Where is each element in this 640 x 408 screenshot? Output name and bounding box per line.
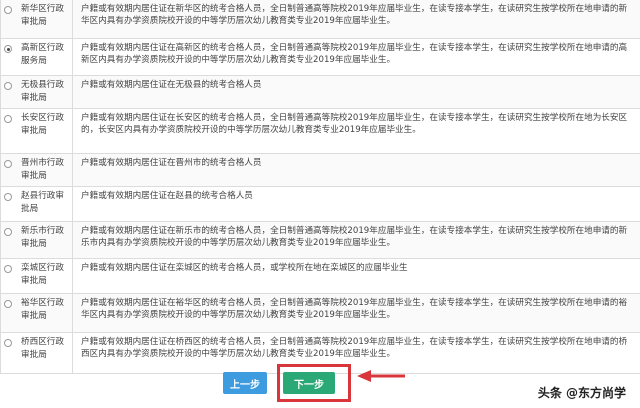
radio-cell <box>1 294 15 332</box>
office-name: 高新区行政服务局 <box>15 39 73 75</box>
table-row[interactable]: 赵县行政审批局 户籍或有效期内居住证在赵县的统考合格人员 <box>1 187 640 222</box>
table-row[interactable]: 新乐市行政审批局 户籍或有效期内居住证在新乐市的统考合格人员，全日制普通高等院校2… <box>1 222 640 259</box>
office-radio-button[interactable] <box>4 228 12 236</box>
radio-cell <box>1 109 15 153</box>
eligibility-description: 户籍或有效期内居住证在栾城区的统考合格人员，或学校所在地在栾城区的应届毕业生 <box>81 263 408 273</box>
office-radio-button[interactable] <box>4 300 12 308</box>
radio-cell <box>1 222 15 258</box>
office-name: 桥西区行政审批局 <box>15 333 73 373</box>
eligibility-description: 户籍或有效期内居住证在晋州市的统考合格人员 <box>81 158 262 168</box>
radio-cell <box>1 39 15 75</box>
eligibility-description: 户籍或有效期内居住证在高新区的统考合格人员，全日制普通高等院校2019年应届毕业… <box>81 43 628 65</box>
radio-cell <box>1 187 15 221</box>
table-row[interactable]: 高新区行政服务局 户籍或有效期内居住证在高新区的统考合格人员，全日制普通高等院校2… <box>1 39 640 76</box>
radio-cell <box>1 0 15 38</box>
office-name: 新乐市行政审批局 <box>15 222 73 258</box>
radio-cell <box>1 154 15 186</box>
office-name: 裕华区行政审批局 <box>15 294 73 332</box>
office-radio-button[interactable] <box>4 82 12 90</box>
eligibility-description: 户籍或有效期内居住证在新乐市的统考合格人员，全日制普通高等院校2019年应届毕业… <box>81 226 628 248</box>
office-radio-button[interactable] <box>4 339 12 347</box>
table-row[interactable]: 新华区行政审批局 户籍或有效期内居住证在新华区的统考合格人员，全日制普通高等院校2… <box>1 0 640 39</box>
radio-cell <box>1 333 15 373</box>
radio-cell <box>1 259 15 293</box>
office-radio-button[interactable] <box>4 265 12 273</box>
office-name: 晋州市行政审批局 <box>15 154 73 186</box>
prev-step-button[interactable]: 上一步 <box>223 372 267 394</box>
eligibility-description: 户籍或有效期内居住证在桥西区的统考合格人员，全日制普通高等院校2019年应届毕业… <box>81 337 628 359</box>
table-row[interactable]: 无极县行政审批局 户籍或有效期内居住证在无极县的统考合格人员 <box>1 76 640 109</box>
office-radio-button[interactable] <box>4 6 12 14</box>
table-row[interactable]: 裕华区行政审批局 户籍或有效期内居住证在裕华区的统考合格人员，全日制普通高等院校2… <box>1 294 640 333</box>
office-name: 无极县行政审批局 <box>15 76 73 108</box>
eligibility-description: 户籍或有效期内居住证在裕华区的统考合格人员，全日制普通高等院校2019年应届毕业… <box>81 298 628 320</box>
next-button-highlight-box <box>277 364 351 402</box>
table-row[interactable]: 长安区行政审批局 户籍或有效期内居住证在长安区的统考合格人员，全日制普通高等院校2… <box>1 109 640 154</box>
office-name: 栾城区行政审批局 <box>15 259 73 293</box>
eligibility-description: 户籍或有效期内居住证在新华区的统考合格人员，全日制普通高等院校2019年应届毕业… <box>81 4 628 26</box>
radio-cell <box>1 76 15 108</box>
office-radio-button[interactable] <box>4 160 12 168</box>
office-name: 赵县行政审批局 <box>15 187 73 221</box>
watermark: 头条 @东方尚学 <box>537 386 626 400</box>
eligibility-description: 户籍或有效期内居住证在长安区的统考合格人员，全日制普通高等院校2019年应届毕业… <box>81 113 628 135</box>
office-radio-button[interactable] <box>4 115 12 123</box>
table-row[interactable]: 晋州市行政审批局 户籍或有效期内居住证在晋州市的统考合格人员 <box>1 154 640 187</box>
pointer-arrow-icon <box>357 370 405 382</box>
table-row[interactable]: 栾城区行政审批局 户籍或有效期内居住证在栾城区的统考合格人员，或学校所在地在栾城区… <box>1 259 640 294</box>
eligibility-description: 户籍或有效期内居住证在赵县的统考合格人员 <box>81 191 253 201</box>
office-radio-button[interactable] <box>4 193 12 201</box>
office-name: 长安区行政审批局 <box>15 109 73 153</box>
eligibility-description: 户籍或有效期内居住证在无极县的统考合格人员 <box>81 80 262 90</box>
approval-office-table: 新华区行政审批局 户籍或有效期内居住证在新华区的统考合格人员，全日制普通高等院校2… <box>0 0 640 374</box>
office-radio-button[interactable] <box>4 45 12 53</box>
office-name: 新华区行政审批局 <box>15 0 73 38</box>
